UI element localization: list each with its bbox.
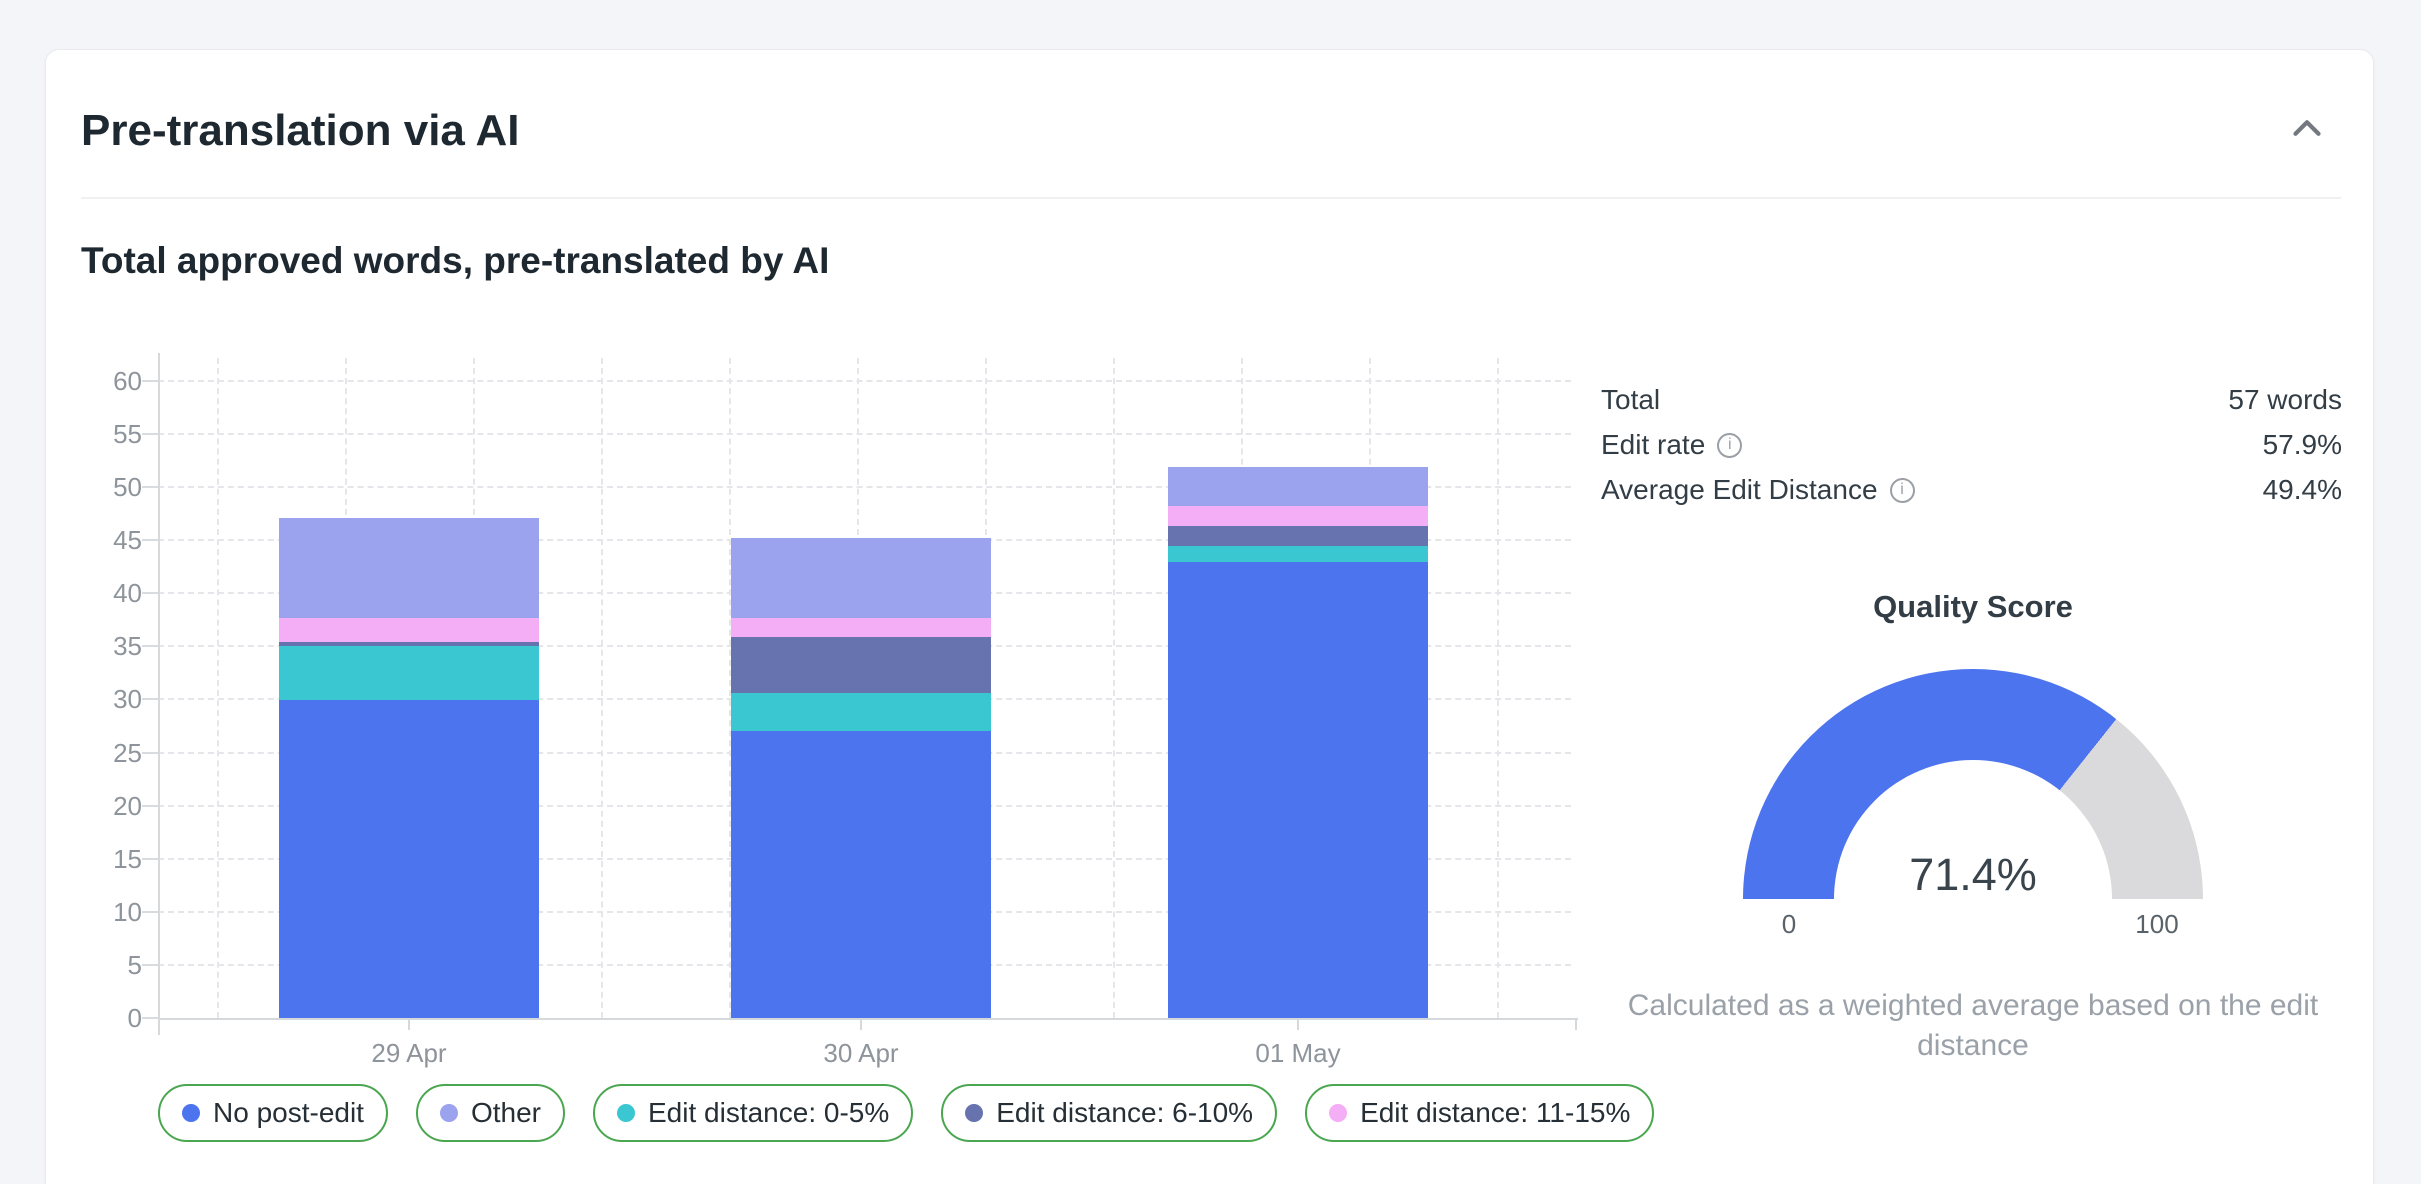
bar-segment[interactable] — [731, 637, 991, 693]
stat-label: Average Edit Distance — [1601, 474, 1878, 506]
stat-label: Edit rate — [1601, 429, 1705, 461]
y-axis-tick-label: 25 — [76, 738, 142, 768]
pre-translation-card: Pre-translation via AI Total approved wo… — [45, 49, 2374, 1184]
gridline — [158, 380, 1571, 382]
y-axis-tick-label: 0 — [76, 1003, 142, 1033]
y-axis-tick-label: 55 — [76, 419, 142, 449]
stat-row: Edit rate i 57.9% — [1601, 430, 2342, 460]
summary-stats: Total 57 words Edit rate i 57.9% Average Edit… — [1601, 385, 2342, 520]
bar-segment[interactable] — [731, 693, 991, 731]
y-axis-tick-label: 30 — [76, 684, 142, 714]
legend-item-label: Edit distance: 0-5% — [648, 1097, 889, 1129]
y-axis-tick — [142, 805, 158, 807]
legend-item[interactable]: Edit distance: 11-15% — [1305, 1084, 1654, 1142]
legend-item[interactable]: Edit distance: 6-10% — [941, 1084, 1277, 1142]
y-axis-tick — [142, 592, 158, 594]
gridline — [217, 358, 219, 1018]
legend-dot — [440, 1104, 458, 1122]
y-axis-tick — [142, 539, 158, 541]
stat-value: 57.9% — [2263, 429, 2342, 461]
info-icon[interactable]: i — [1890, 478, 1915, 503]
bar-segment[interactable] — [1168, 546, 1428, 562]
x-axis-tick-label: 01 May — [1218, 1038, 1378, 1068]
quality-score-gauge: 71.4% 0 100 — [1743, 669, 2203, 899]
legend-dot — [617, 1104, 635, 1122]
bar-segment[interactable] — [279, 618, 539, 642]
bar-segment[interactable] — [279, 646, 539, 700]
y-axis-tick-label: 50 — [76, 472, 142, 502]
legend-item[interactable]: Other — [416, 1084, 565, 1142]
dashboard-page: Pre-translation via AI Total approved wo… — [0, 0, 2421, 1184]
y-axis-tick-label: 15 — [76, 844, 142, 874]
y-axis-tick-label: 60 — [76, 366, 142, 396]
legend-dot — [182, 1104, 200, 1122]
stat-value: 49.4% — [2263, 474, 2342, 506]
gauge-caption: Calculated as a weighted average based o… — [1623, 986, 2323, 1066]
chart-legend: No post-edit Other Edit distance: 0-5% Edit… — [158, 1084, 1654, 1142]
bar-segment[interactable] — [731, 538, 991, 618]
y-axis-line — [158, 353, 160, 1035]
y-axis-tick — [142, 486, 158, 488]
x-axis-tick — [408, 1020, 410, 1030]
legend-dot — [965, 1104, 983, 1122]
y-axis-tick — [142, 645, 158, 647]
stat-label: Total — [1601, 384, 1660, 416]
y-axis-tick-label: 35 — [76, 631, 142, 661]
y-axis-tick — [142, 752, 158, 754]
stat-row: Average Edit Distance i 49.4% — [1601, 475, 2342, 505]
legend-item-label: Edit distance: 6-10% — [996, 1097, 1253, 1129]
y-axis-tick — [142, 380, 158, 382]
gridline — [158, 433, 1571, 435]
legend-item-label: No post-edit — [213, 1097, 364, 1129]
y-axis-tick — [142, 698, 158, 700]
bar-segment[interactable] — [1168, 467, 1428, 506]
bar-segment[interactable] — [1168, 526, 1428, 546]
y-axis-tick — [142, 433, 158, 435]
legend-item-label: Other — [471, 1097, 541, 1129]
gauge-title: Quality Score — [1601, 589, 2345, 625]
bar-segment[interactable] — [1168, 562, 1428, 1018]
legend-item[interactable]: Edit distance: 0-5% — [593, 1084, 913, 1142]
gridline — [1497, 358, 1499, 1018]
y-axis-tick-label: 40 — [76, 578, 142, 608]
info-icon[interactable]: i — [1717, 433, 1742, 458]
x-axis-tick-label: 30 Apr — [781, 1038, 941, 1068]
bar-segment[interactable] — [1168, 506, 1428, 526]
y-axis-tick-label: 10 — [76, 897, 142, 927]
y-axis-tick-label: 5 — [76, 950, 142, 980]
gridline — [601, 358, 603, 1018]
x-axis-tick — [1297, 1020, 1299, 1030]
legend-item-label: Edit distance: 11-15% — [1360, 1097, 1630, 1129]
gridline — [1113, 358, 1115, 1018]
x-axis-tick — [860, 1020, 862, 1030]
bar-segment[interactable] — [731, 618, 991, 637]
y-axis-tick — [142, 1017, 158, 1019]
y-axis-tick — [142, 911, 158, 913]
x-axis-end-tick — [1575, 1020, 1577, 1030]
stat-value: 57 words — [2228, 384, 2342, 416]
legend-dot — [1329, 1104, 1347, 1122]
stat-row: Total 57 words — [1601, 385, 2342, 415]
legend-item[interactable]: No post-edit — [158, 1084, 388, 1142]
x-axis-tick-label: 29 Apr — [329, 1038, 489, 1068]
gauge-max-label: 100 — [2107, 909, 2207, 940]
y-axis-tick-label: 20 — [76, 791, 142, 821]
y-axis-tick — [142, 858, 158, 860]
bar-segment[interactable] — [279, 642, 539, 646]
bar-segment[interactable] — [279, 518, 539, 618]
y-axis-tick-label: 45 — [76, 525, 142, 555]
y-axis-tick — [142, 964, 158, 966]
bar-segment[interactable] — [731, 731, 991, 1018]
gauge-min-label: 0 — [1739, 909, 1839, 940]
gauge-value: 71.4% — [1743, 851, 2203, 899]
x-axis-line — [158, 1018, 1578, 1020]
bar-segment[interactable] — [279, 700, 539, 1018]
